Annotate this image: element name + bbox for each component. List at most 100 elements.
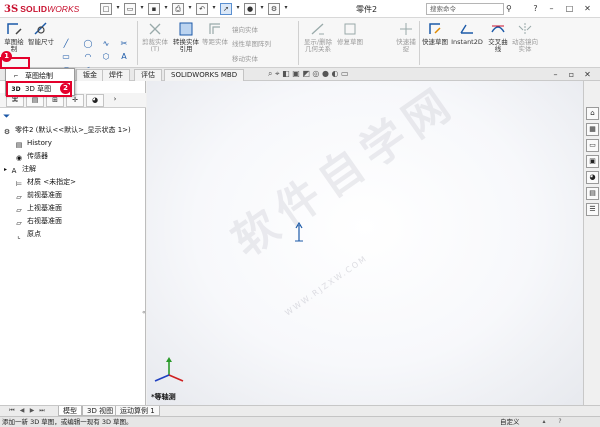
tree-root-label: 零件2 (默认<<默认>_显示状态 1>) — [15, 126, 131, 134]
convert-entities-button[interactable]: 转换实体引用 — [173, 20, 199, 53]
scene-icon[interactable]: ◐ — [331, 69, 338, 78]
close-doc-icon[interactable]: ✕ — [582, 69, 593, 80]
options-gear-icon[interactable]: ⚙ — [268, 3, 280, 15]
minimize-icon[interactable]: – — [546, 3, 557, 14]
polygon-icon[interactable]: ⬡ — [100, 52, 112, 62]
tree-item-label: 传感器 — [27, 152, 48, 160]
smart-dimension-button[interactable]: 智能尺寸 — [28, 20, 54, 46]
chevron-down-icon[interactable]: ▾ — [211, 3, 217, 15]
document-title: 零件2 — [356, 5, 378, 14]
filter-icon[interactable]: ⏷ — [3, 112, 10, 122]
status-dropdown-icon[interactable]: ▴ — [540, 418, 548, 426]
select-pointer-icon[interactable]: ➚ — [220, 3, 232, 15]
zoom-area-icon[interactable]: ⌖ — [275, 69, 280, 78]
zoom-fit-icon[interactable]: ⌕ — [268, 69, 272, 78]
undo-icon[interactable]: ↶ — [196, 3, 208, 15]
linear-pattern-label[interactable]: 线性草图阵列 — [232, 38, 271, 48]
sketch-button[interactable]: 草图绘制 — [3, 20, 25, 53]
search-input[interactable]: 搜索命令 — [426, 3, 504, 15]
tab-sheet-metal[interactable]: 钣金 — [76, 69, 104, 81]
display-relations-button[interactable]: 显示/删除几何关系 — [302, 20, 334, 53]
tab-motion-study[interactable]: 运动算例 1 — [115, 406, 160, 416]
tree-item-top-plane[interactable]: ▱ 上视基准面 — [14, 202, 62, 215]
trim-icon[interactable]: ✂ — [118, 39, 130, 49]
next-tab-icon[interactable]: ▶ — [28, 407, 36, 415]
solidworks-resources-icon[interactable]: ⌂ — [586, 107, 599, 120]
tab-evaluate[interactable]: 评估 — [134, 69, 162, 81]
view-palette-icon[interactable]: ▣ — [586, 155, 599, 168]
custom-properties-icon[interactable]: ▤ — [586, 187, 599, 200]
dynamic-mirror-button[interactable]: 动态镜向实体 — [512, 20, 538, 53]
tree-item-right-plane[interactable]: ▱ 右视基准面 — [14, 215, 62, 228]
tab-weldments[interactable]: 焊件 — [102, 69, 130, 81]
cross-curve-button[interactable]: 交叉曲线 — [486, 20, 510, 53]
tree-item-history[interactable]: ▤ History — [14, 137, 52, 150]
quick-snaps-button[interactable]: 快速捕捉 — [395, 20, 417, 53]
open-icon[interactable]: ▭ — [124, 3, 136, 15]
chevron-down-icon[interactable]: ▾ — [235, 3, 241, 15]
print-icon[interactable]: ⎙ — [172, 3, 184, 15]
graphics-viewport[interactable]: 软件自学网 WWW.RJZXW.COM *等轴测 — [147, 76, 583, 405]
design-library-icon[interactable]: ▦ — [586, 123, 599, 136]
origin-marker-icon — [295, 221, 303, 242]
spline-icon[interactable]: ∿ — [100, 39, 112, 49]
status-customize[interactable]: 自定义 — [500, 418, 520, 427]
save-icon[interactable]: ▪ — [148, 3, 160, 15]
chevron-down-icon[interactable]: ▾ — [259, 3, 265, 15]
search-icon[interactable]: ⚲ — [506, 4, 516, 14]
chevron-down-icon[interactable]: ▾ — [283, 3, 289, 15]
tree-item-annotations[interactable]: ▸ A 注解 — [4, 163, 36, 176]
appearance-icon[interactable]: ● — [322, 69, 329, 78]
text-icon[interactable]: A — [118, 52, 130, 62]
chevron-down-icon[interactable]: ▾ — [163, 3, 169, 15]
restore-doc-icon[interactable]: ▫ — [566, 69, 577, 80]
instant2d-button[interactable]: Instant2D — [451, 20, 483, 46]
display-relations-label: 显示/删除几何关系 — [303, 38, 333, 53]
solidworks-logo[interactable]: 3S SOLID WORKS — [4, 3, 92, 15]
file-explorer-icon[interactable]: ▭ — [586, 139, 599, 152]
hide-show-icon[interactable]: ◎ — [312, 69, 319, 78]
tab-3d-view[interactable]: 3D 视图 — [82, 406, 119, 416]
chevron-down-icon[interactable]: ▾ — [187, 3, 193, 15]
offset-entities-button[interactable]: 等距实体 — [202, 20, 228, 46]
display-manager-tab[interactable]: ◕ — [86, 94, 104, 107]
status-help-icon[interactable]: ? — [556, 418, 564, 426]
arc-icon[interactable]: ◠ — [82, 52, 94, 62]
new-document-icon[interactable]: □ — [100, 3, 112, 15]
appearances-icon[interactable]: ◕ — [586, 171, 599, 184]
section-view-icon[interactable]: ◧ — [282, 69, 290, 78]
tree-item-origin[interactable]: ⌞ 原点 — [14, 228, 41, 241]
rapid-sketch-button[interactable]: 快速草图 — [422, 20, 448, 46]
tab-model[interactable]: 模型 — [58, 406, 82, 416]
rebuild-icon[interactable]: ● — [244, 3, 256, 15]
rectangle-icon[interactable]: ▭ — [60, 52, 72, 62]
view-orientation-icon[interactable]: ▣ — [292, 69, 300, 78]
mirror-entities-label[interactable]: 镜向实体 — [232, 24, 258, 34]
prev-tab-icon[interactable]: ◀ — [18, 407, 26, 415]
watermark-text: 软件自学网 — [223, 76, 466, 268]
close-icon[interactable]: ✕ — [582, 3, 593, 14]
move-entities-label[interactable]: 移动实体 — [232, 53, 258, 63]
repair-sketch-button[interactable]: 修复草图 — [337, 20, 363, 46]
last-tab-icon[interactable]: ⏭ — [38, 407, 46, 415]
tree-item-material[interactable]: ⊨ 材质 <未指定> — [14, 176, 76, 189]
circle-icon[interactable]: ◯ — [82, 39, 94, 49]
restore-icon[interactable]: □ — [564, 3, 575, 14]
first-tab-icon[interactable]: ⏮ — [8, 407, 16, 415]
line-icon[interactable]: ╱ — [60, 39, 72, 49]
help-icon[interactable]: ? — [530, 3, 541, 14]
expand-arrow-icon[interactable]: ▸ — [4, 166, 7, 173]
tree-item-label: 右视基准面 — [27, 217, 62, 225]
panel-expand-icon[interactable]: › — [106, 94, 124, 107]
chevron-down-icon[interactable]: ▾ — [115, 3, 121, 15]
display-style-icon[interactable]: ◩ — [302, 69, 310, 78]
minimize-doc-icon[interactable]: – — [550, 69, 561, 80]
tree-item-front-plane[interactable]: ▱ 前视基准面 — [14, 189, 62, 202]
trim-entities-button[interactable]: 剪裁实体(T) — [140, 20, 170, 53]
forum-icon[interactable]: ☰ — [586, 203, 599, 216]
tree-root-part[interactable]: ⚙ 零件2 (默认<<默认>_显示状态 1>) — [2, 124, 131, 137]
tab-solidworks-mbd[interactable]: SOLIDWORKS MBD — [164, 69, 245, 81]
chevron-down-icon[interactable]: ▾ — [139, 3, 145, 15]
monitor-icon[interactable]: ▭ — [341, 69, 349, 78]
tree-item-sensors[interactable]: ◉ 传感器 — [14, 150, 48, 163]
